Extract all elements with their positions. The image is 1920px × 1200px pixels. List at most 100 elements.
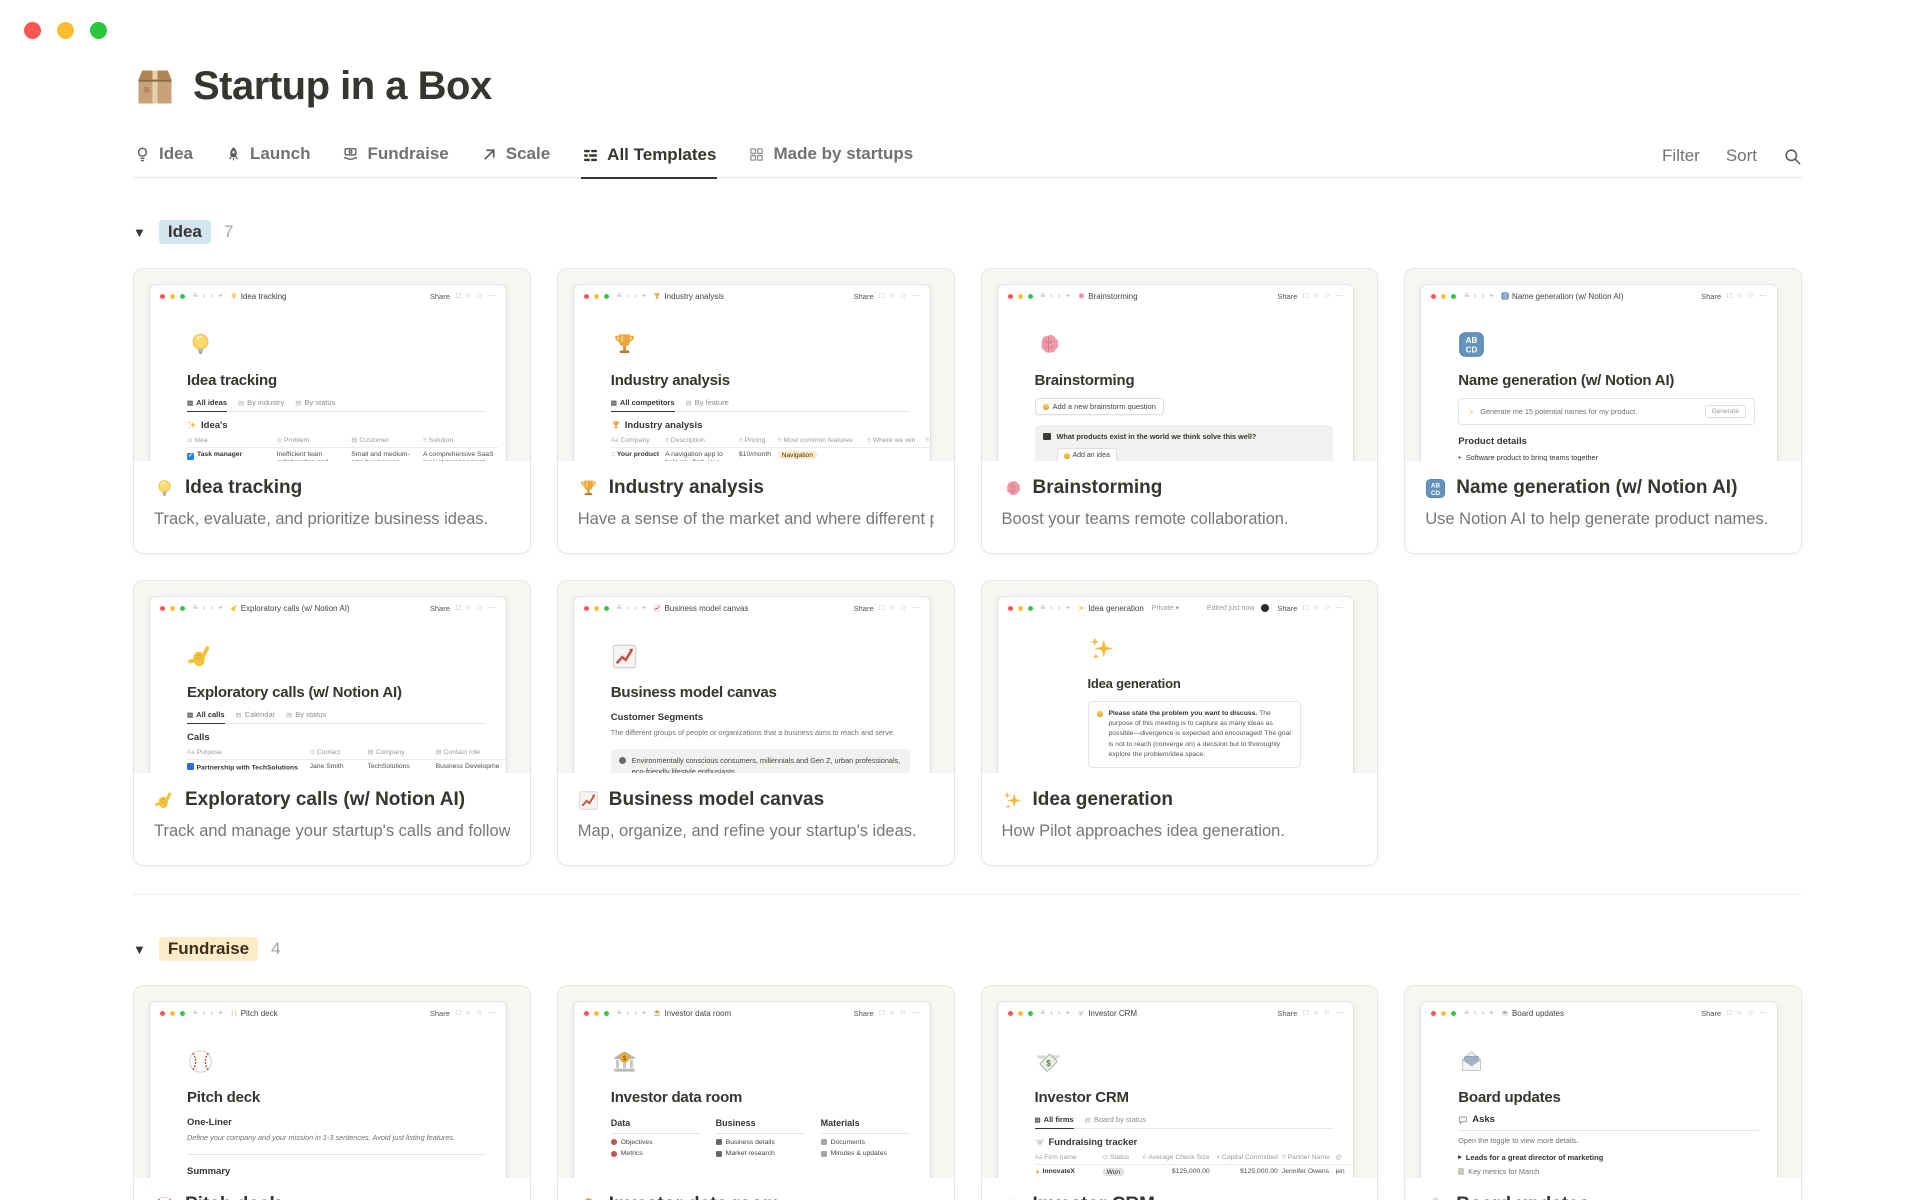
sort-button[interactable]: Sort — [1726, 146, 1757, 166]
card-description: How Pilot approaches idea generation. — [1001, 822, 1285, 840]
template-card-idea-tracking[interactable]: ≡ ‹ › + Idea tracking Share □ ○ ☆ ··· Idea trackin… — [133, 268, 531, 554]
collapse-toggle-icon[interactable]: ▼ — [133, 225, 146, 240]
template-card-exploratory-calls-w-notion-ai[interactable]: ≡ ‹ › + Exploratory calls (w/ Notion AI) Shar… — [133, 580, 531, 866]
template-card-industry-analysis[interactable]: ≡ ‹ › + Industry analysis Share □ ○ ☆ ··· Industry… — [556, 268, 955, 554]
mini-page-body: Board updates Asks Open the toggle to view… — [1421, 1024, 1777, 1177]
div-el: Please state the problem you want to dis… — [1109, 709, 1293, 760]
tbody-el: Aa Purpose ⊙ Contact ▤ Company ▤ Contact role Pa… — [187, 745, 506, 773]
comment-icon: □ — [1303, 603, 1309, 612]
briefcase-icon — [715, 1139, 722, 1145]
mini-window-chrome: ≡ ‹ › + Industry analysis Share □ ○ ☆ ··· — [574, 285, 930, 307]
call-me-hand-icon — [187, 643, 214, 670]
comment-icon: □ — [455, 291, 461, 300]
tab-idea[interactable]: Idea — [133, 135, 194, 177]
mini-minimize-button — [1017, 605, 1023, 611]
back-icon: ‹ — [1473, 291, 1477, 300]
mini-minimize-button — [1017, 293, 1023, 299]
filter-button[interactable]: Filter — [1662, 146, 1700, 166]
tab-fundraise[interactable]: Fundraise — [341, 135, 449, 177]
lightbulb-icon — [230, 292, 238, 300]
menu-icon: ≡ — [193, 291, 198, 300]
template-card-idea-generation[interactable]: ≡ ‹ › + Idea generation Private ▾ Edited just … — [980, 580, 1379, 866]
template-card-investor-data-room[interactable]: ≡ ‹ › + $ Investor data room Share □ ○ ☆ ··· $ Inves… — [556, 985, 955, 1200]
tab-all-templates[interactable]: All Templates — [581, 135, 718, 179]
mini-minimize-button — [170, 605, 175, 611]
mini-page-title: Business model canvas — [610, 684, 777, 701]
span-el: Please state the problem you want to dis… — [1108, 710, 1258, 717]
search-icon[interactable] — [1783, 147, 1802, 166]
mini-page-title: Investor CRM — [1034, 1089, 1129, 1106]
template-card-name-generation-w-notion-ai[interactable]: ≡ ‹ › + AB CD Name generation (w/ Notion AI) Sh… — [1404, 268, 1802, 554]
mini-db-heading: Calls — [187, 732, 486, 743]
mini-view-tab: ▤ By status — [286, 710, 327, 719]
mini-page-title: Board updates — [1458, 1089, 1561, 1106]
comment-icon: □ — [1303, 291, 1309, 300]
star-icon: ☆ — [899, 1008, 907, 1017]
template-card-pitch-deck[interactable]: ≡ ‹ › + Pitch deck Share □ ○ ☆ ··· Pitch deck One-L… — [133, 985, 531, 1200]
forward-icon: › — [1481, 291, 1485, 300]
mini-notion-window: ≡ ‹ › + Board updates Share □ ○ ☆ ··· Board update… — [1421, 1002, 1777, 1178]
mini-view-tab: ▤ All calls — [187, 710, 225, 724]
span-el: ▤ — [367, 748, 374, 756]
tr-el: Aa Company ≡ Description ≡ Pricing ≡ Most commo… — [610, 433, 930, 448]
mini-column: Data Objectives Metrics — [610, 1118, 700, 1157]
mini-text: Define your company and your mission in … — [187, 1133, 486, 1144]
clock-icon: ○ — [889, 1008, 895, 1017]
mini-edited-label: Edited just now — [1206, 604, 1255, 612]
span-el: Leads for a great director of marketing — [1465, 1152, 1604, 1162]
mini-share-button: Share — [1277, 1008, 1298, 1018]
mini-minimize-button — [170, 293, 175, 299]
span-el: ▤ — [1034, 1116, 1041, 1124]
minimize-button[interactable] — [57, 22, 74, 39]
span-el: Name generation (w/ Notion AI) — [1511, 291, 1624, 301]
mini-table-cell — [867, 447, 926, 461]
back-icon: ‹ — [202, 291, 206, 300]
mini-table: Aa Purpose ⊙ Contact ▤ Company ▤ Contact role Pa… — [187, 745, 506, 773]
mini-page-body: Brainstorming Add a new brainstorm questi… — [998, 307, 1354, 461]
mini-db-heading: Industry analysis — [611, 420, 910, 431]
span-el: ≡ — [777, 436, 782, 444]
menu-icon: ≡ — [1040, 603, 1046, 612]
maximize-button[interactable] — [90, 22, 107, 39]
span-el: Software product to bring teams together — [1465, 453, 1599, 461]
section-count: 4 — [271, 939, 281, 958]
div-el: TechSolutions — [367, 763, 410, 770]
mini-page-body: Idea generation Please state the problem … — [998, 619, 1354, 773]
trophy-icon — [611, 331, 638, 358]
lightbulb-icon — [1096, 711, 1103, 717]
tab-made-by-startups[interactable]: Made by startups — [747, 135, 914, 177]
chart-increasing-icon — [578, 790, 599, 811]
star-icon: ☆ — [475, 603, 483, 612]
card-preview-image: ≡ ‹ › + Board updates Share □ ○ ☆ ··· Board update… — [1405, 986, 1801, 1178]
template-card-investor-crm[interactable]: ≡ ‹ › + $ Investor CRM Share □ ○ ☆ ··· $ Investor CR… — [980, 985, 1379, 1200]
span-el: ▤ — [187, 399, 194, 407]
template-card-brainstorming[interactable]: ≡ ‹ › + Brainstorming Share □ ○ ☆ ··· Brainstormin… — [980, 268, 1379, 554]
baseball-icon — [230, 1009, 238, 1017]
mini-table-col: ≡ Pricing — [738, 433, 778, 448]
mini-breadcrumb: Exploratory calls (w/ Notion AI) — [230, 604, 350, 613]
abcd-icon: AB CD — [1425, 478, 1446, 499]
tab-scale[interactable]: Scale — [480, 135, 551, 177]
mini-table-col: ▤ Customer — [351, 433, 423, 448]
mini-callout: Please state the problem you want to dis… — [1087, 701, 1302, 768]
menu-icon: ≡ — [1464, 291, 1469, 300]
mini-table-cell: Won — [1102, 1164, 1143, 1178]
mini-share-button: Share — [429, 291, 450, 301]
tbody-el: Aa Firm name ⊙ Status # Average Check Size # Ca… — [1034, 1150, 1354, 1178]
mini-breadcrumb: Board updates — [1501, 1009, 1564, 1018]
forward-icon: › — [1057, 291, 1061, 300]
close-button[interactable] — [24, 22, 41, 39]
tab-label: Fundraise — [367, 144, 449, 163]
template-card-business-model-canvas[interactable]: ≡ ‹ › + Business model canvas Share □ ○ ☆ ··· Busi… — [556, 580, 955, 866]
div-el: A comprehensive SaaS project management … — [422, 451, 494, 461]
template-card-board-updates[interactable]: ≡ ‹ › + Board updates Share □ ○ ☆ ··· Board update… — [1404, 985, 1802, 1200]
mini-view-tabs: ▤ All calls ▤ Calendar ▤ By status — [187, 710, 486, 724]
more-icon: ··· — [911, 603, 920, 612]
comment-icon: □ — [879, 603, 885, 612]
tab-launch[interactable]: Launch — [224, 135, 311, 177]
mini-maximize-button — [1027, 1010, 1033, 1016]
mini-share-button: Share — [429, 603, 450, 613]
collapse-toggle-icon[interactable]: ▼ — [133, 942, 146, 957]
tab-label: Launch — [250, 144, 311, 163]
mini-view-tab: ▤ By feature — [685, 398, 729, 407]
